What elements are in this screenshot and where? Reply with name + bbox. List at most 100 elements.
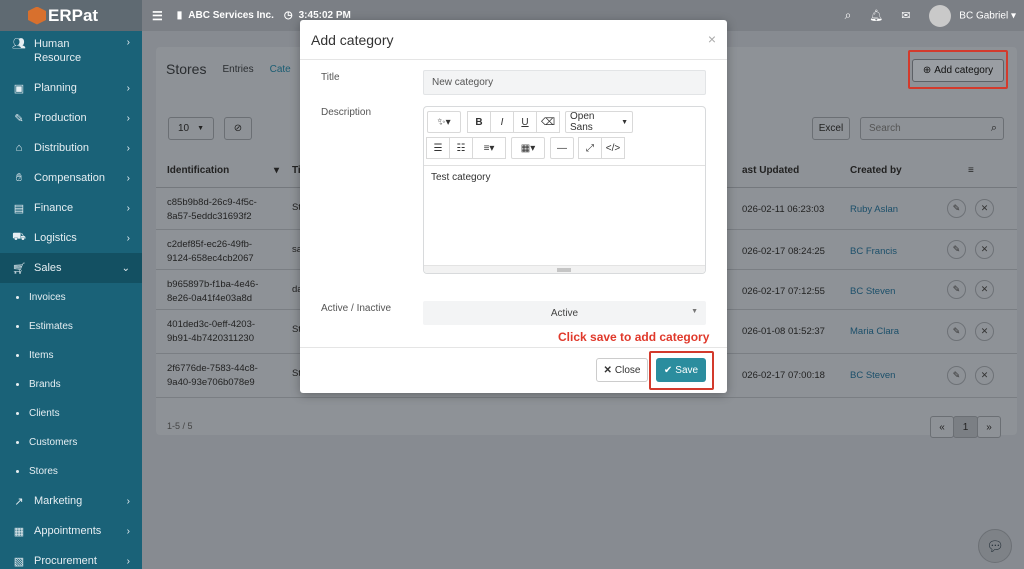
edit-pencil-icon[interactable]: ✎ bbox=[947, 199, 966, 218]
bullet-icon bbox=[16, 470, 19, 473]
title-input-value: New category bbox=[432, 77, 494, 88]
eye-slash-icon: ⊘ bbox=[233, 123, 243, 134]
bell-icon[interactable]: 🔔︎ bbox=[869, 9, 883, 22]
underline-icon[interactable]: U bbox=[513, 111, 537, 133]
search-input[interactable]: Search ⌕ bbox=[860, 117, 1004, 140]
excel-button[interactable]: Excel bbox=[812, 117, 850, 140]
tab-categories[interactable]: Cate bbox=[270, 64, 291, 75]
delete-x-icon[interactable]: ✕ bbox=[975, 280, 994, 299]
sidebar-item-appointments[interactable]: ▦ Appointments › bbox=[0, 516, 142, 546]
delete-x-icon[interactable]: ✕ bbox=[975, 240, 994, 259]
caret-down-icon: ▼ bbox=[691, 308, 698, 315]
cart-icon: 🛒︎ bbox=[12, 262, 26, 275]
user-menu[interactable]: BC Gabriel ▾ bbox=[928, 4, 1016, 27]
sidebar-subitem-customers[interactable]: Customers bbox=[0, 428, 142, 457]
column-header-identification[interactable]: Identification bbox=[167, 165, 229, 176]
column-header-created[interactable]: Created by bbox=[850, 165, 902, 176]
next-page-button[interactable]: » bbox=[977, 416, 1001, 438]
close-icon: ✕ bbox=[603, 364, 612, 376]
code-view-icon[interactable]: </> bbox=[601, 137, 625, 159]
column-header-updated[interactable]: ast Updated bbox=[742, 165, 799, 176]
view-group: ⤢ </> bbox=[578, 137, 625, 159]
sidebar-item-finance[interactable]: ▤ Finance › bbox=[0, 193, 142, 223]
row-created-by[interactable]: BC Steven bbox=[850, 286, 895, 297]
description-textarea[interactable]: Test category bbox=[424, 165, 705, 265]
page-number: 1 bbox=[962, 421, 969, 433]
briefcase-icon: ▣ bbox=[13, 82, 25, 95]
eraser-icon[interactable]: ⌫ bbox=[536, 111, 560, 133]
edit-pencil-icon[interactable]: ✎ bbox=[947, 280, 966, 299]
result-range: 1-5 / 5 bbox=[167, 421, 193, 431]
bullet-list-icon[interactable]: ☰ bbox=[426, 137, 450, 159]
sidebar-subitem-stores[interactable]: Stores bbox=[0, 457, 142, 486]
edit-pencil-icon[interactable]: ✎ bbox=[947, 322, 966, 341]
page-number-button[interactable]: 1 bbox=[953, 416, 978, 438]
sidebar-item-marketing[interactable]: ↗ Marketing › bbox=[0, 486, 142, 516]
status-value: Active bbox=[550, 307, 579, 319]
bold-icon[interactable]: B bbox=[467, 111, 491, 133]
close-icon[interactable]: × bbox=[708, 31, 716, 47]
modal-footer bbox=[300, 347, 727, 348]
editor-toolbar-row-1: ✨︎▾ B I U ⌫ Open Sans ▼ bbox=[427, 111, 633, 133]
delete-x-icon[interactable]: ✕ bbox=[975, 199, 994, 218]
sidebar-item-label: Marketing bbox=[34, 495, 83, 507]
description-label: Description bbox=[321, 107, 372, 118]
sidebar-item-label: Planning bbox=[34, 82, 77, 94]
prev-page-button[interactable]: « bbox=[930, 416, 954, 438]
sidebar-subitem-items[interactable]: Items bbox=[0, 341, 142, 370]
bank-icon: ⌂ bbox=[15, 142, 23, 154]
modal-header: Add category × bbox=[300, 20, 727, 60]
menu-toggle-icon[interactable]: ☰ bbox=[152, 9, 163, 23]
sidebar-item-human-resource[interactable]: 👥︎ Human Resource › bbox=[0, 31, 142, 73]
close-button[interactable]: ✕ Close bbox=[596, 358, 648, 382]
sidebar-subitem-clients[interactable]: Clients bbox=[0, 399, 142, 428]
row-created-by[interactable]: Maria Clara bbox=[850, 326, 899, 337]
handshake-icon: ✋︎ bbox=[15, 171, 23, 184]
chat-bubble-icon[interactable]: 💬︎ bbox=[978, 529, 1012, 563]
sidebar-subitem-label: Clients bbox=[29, 408, 60, 419]
italic-icon[interactable]: I bbox=[490, 111, 514, 133]
sidebar-subitem-invoices[interactable]: Invoices bbox=[0, 283, 142, 312]
fullscreen-icon[interactable]: ⤢ bbox=[578, 137, 602, 159]
editor-resize-handle[interactable] bbox=[424, 265, 705, 273]
sidebar-item-sales[interactable]: 🛒︎ Sales ⌄ bbox=[0, 253, 142, 283]
magic-wand-icon[interactable]: ✨︎▾ bbox=[427, 111, 461, 133]
brand-name: ERPat bbox=[48, 5, 99, 25]
table-icon[interactable]: ▦▾ bbox=[511, 137, 545, 159]
page-title: Stores bbox=[166, 61, 207, 77]
edit-pencil-icon[interactable]: ✎ bbox=[947, 366, 966, 385]
search-icon[interactable]: ⌕ bbox=[845, 8, 852, 23]
font-family-select[interactable]: Open Sans ▼ bbox=[565, 111, 633, 133]
title-label: Title bbox=[321, 72, 340, 83]
sidebar-item-distribution[interactable]: ⌂ Distribution › bbox=[0, 133, 142, 163]
status-select[interactable]: Active ▼ bbox=[423, 301, 706, 325]
page-size-select[interactable]: 10 ▼ bbox=[168, 117, 214, 140]
delete-x-icon[interactable]: ✕ bbox=[975, 322, 994, 341]
horizontal-rule-icon[interactable]: — bbox=[550, 137, 574, 159]
tab-entries[interactable]: Entries bbox=[222, 64, 253, 75]
row-created-by[interactable]: BC Francis bbox=[850, 246, 897, 257]
sidebar-item-logistics[interactable]: ⛟ Logistics › bbox=[0, 223, 142, 253]
sidebar-item-procurement[interactable]: ▧ Procurement › bbox=[0, 546, 142, 569]
sidebar-item-compensation[interactable]: ✋︎ Compensation › bbox=[0, 163, 142, 193]
row-updated: 026-02-17 07:12:55 bbox=[742, 286, 825, 297]
hamburger-icon[interactable]: ≡ bbox=[968, 165, 974, 176]
envelope-icon[interactable]: ✉ bbox=[901, 9, 910, 22]
sidebar-item-planning[interactable]: ▣ Planning › bbox=[0, 73, 142, 103]
chart-icon: ↗ bbox=[14, 495, 24, 508]
align-icon[interactable]: ≡▾ bbox=[472, 137, 506, 159]
column-visibility-button[interactable]: ⊘ bbox=[224, 117, 252, 140]
sidebar-item-production[interactable]: ✎ Production › bbox=[0, 103, 142, 133]
chevron-right-icon: › bbox=[126, 202, 130, 214]
format-group: B I U ⌫ bbox=[467, 111, 560, 133]
brand-logo[interactable]: ERPat bbox=[0, 0, 142, 31]
delete-x-icon[interactable]: ✕ bbox=[975, 366, 994, 385]
sidebar-subitem-brands[interactable]: Brands bbox=[0, 370, 142, 399]
row-created-by[interactable]: BC Steven bbox=[850, 370, 895, 381]
caret-down-icon: ▼ bbox=[197, 125, 205, 132]
title-input[interactable]: New category bbox=[423, 70, 706, 95]
edit-pencil-icon[interactable]: ✎ bbox=[947, 240, 966, 259]
sidebar-subitem-estimates[interactable]: Estimates bbox=[0, 312, 142, 341]
numbered-list-icon[interactable]: ☷ bbox=[449, 137, 473, 159]
row-created-by[interactable]: Ruby Aslan bbox=[850, 204, 898, 215]
